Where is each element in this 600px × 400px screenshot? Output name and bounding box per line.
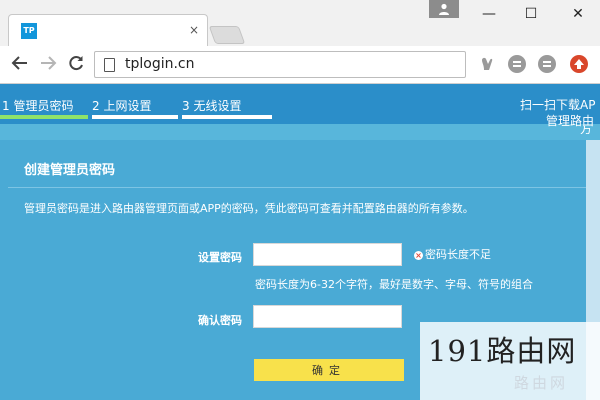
error-text: 密码长度不足 bbox=[425, 248, 491, 261]
password-label: 设置密码 bbox=[198, 251, 242, 264]
qr-download-text: 扫一扫下载AP bbox=[520, 98, 596, 112]
new-tab-button[interactable] bbox=[208, 26, 246, 44]
password-error: × 密码长度不足 bbox=[414, 246, 491, 262]
extension-icon[interactable] bbox=[478, 55, 496, 73]
watermark-logo: 191路由网 bbox=[428, 334, 577, 368]
page-icon bbox=[104, 58, 115, 72]
step-wireless-settings[interactable]: 3 无线设置 bbox=[182, 97, 241, 114]
watermark-subtext: 路由网 bbox=[514, 374, 569, 392]
tp-link-favicon-icon: TP bbox=[21, 23, 37, 39]
reload-icon[interactable] bbox=[66, 54, 86, 74]
forward-arrow-icon[interactable] bbox=[38, 54, 58, 74]
browser-toolbar: tplogin.cn bbox=[0, 46, 600, 84]
password-input[interactable] bbox=[253, 243, 402, 266]
extension-icon[interactable] bbox=[570, 55, 588, 73]
password-hint: 密码长度为6-32个字符，最好是数字、字母、符号的组合 bbox=[255, 278, 533, 291]
step-admin-password[interactable]: 1 管理员密码 bbox=[2, 97, 73, 114]
confirm-password-input[interactable] bbox=[253, 305, 402, 328]
browser-titlebar: TP × — ☐ ✕ bbox=[0, 0, 600, 46]
step-internet-settings[interactable]: 2 上网设置 bbox=[92, 97, 151, 114]
step-progress bbox=[182, 115, 272, 119]
close-window-button[interactable]: ✕ bbox=[563, 4, 593, 24]
form-title: 创建管理员密码 bbox=[24, 163, 116, 178]
watermark: 191路由网 路由网 bbox=[420, 322, 600, 400]
confirm-button[interactable]: 确定 bbox=[254, 359, 404, 381]
wizard-header: 1 管理员密码 2 上网设置 3 无线设置 扫一扫下载AP 管理路由 bbox=[0, 84, 600, 128]
step-progress-active bbox=[0, 115, 88, 119]
extension-icon[interactable] bbox=[508, 55, 526, 73]
logo-fragment bbox=[0, 84, 44, 92]
address-bar[interactable]: tplogin.cn bbox=[94, 51, 466, 78]
tab-close-icon[interactable]: × bbox=[189, 21, 199, 39]
confirm-password-label: 确认密码 bbox=[198, 314, 242, 327]
divider bbox=[8, 187, 586, 188]
extension-icon[interactable] bbox=[538, 55, 556, 73]
error-icon: × bbox=[414, 251, 423, 260]
form-description: 管理员密码是进入路由器管理页面或APP的密码，凭此密码可查看并配置路由器的所有参… bbox=[24, 202, 474, 215]
back-arrow-icon[interactable] bbox=[10, 54, 30, 74]
step-progress bbox=[92, 115, 178, 119]
profile-button[interactable] bbox=[429, 0, 459, 18]
person-icon bbox=[439, 3, 449, 15]
qr-text-fragment: 方 bbox=[580, 126, 593, 134]
url-text[interactable]: tplogin.cn bbox=[125, 56, 195, 72]
maximize-button[interactable]: ☐ bbox=[516, 4, 546, 24]
minimize-button[interactable]: — bbox=[474, 4, 504, 24]
browser-tab[interactable]: TP × bbox=[8, 14, 208, 46]
